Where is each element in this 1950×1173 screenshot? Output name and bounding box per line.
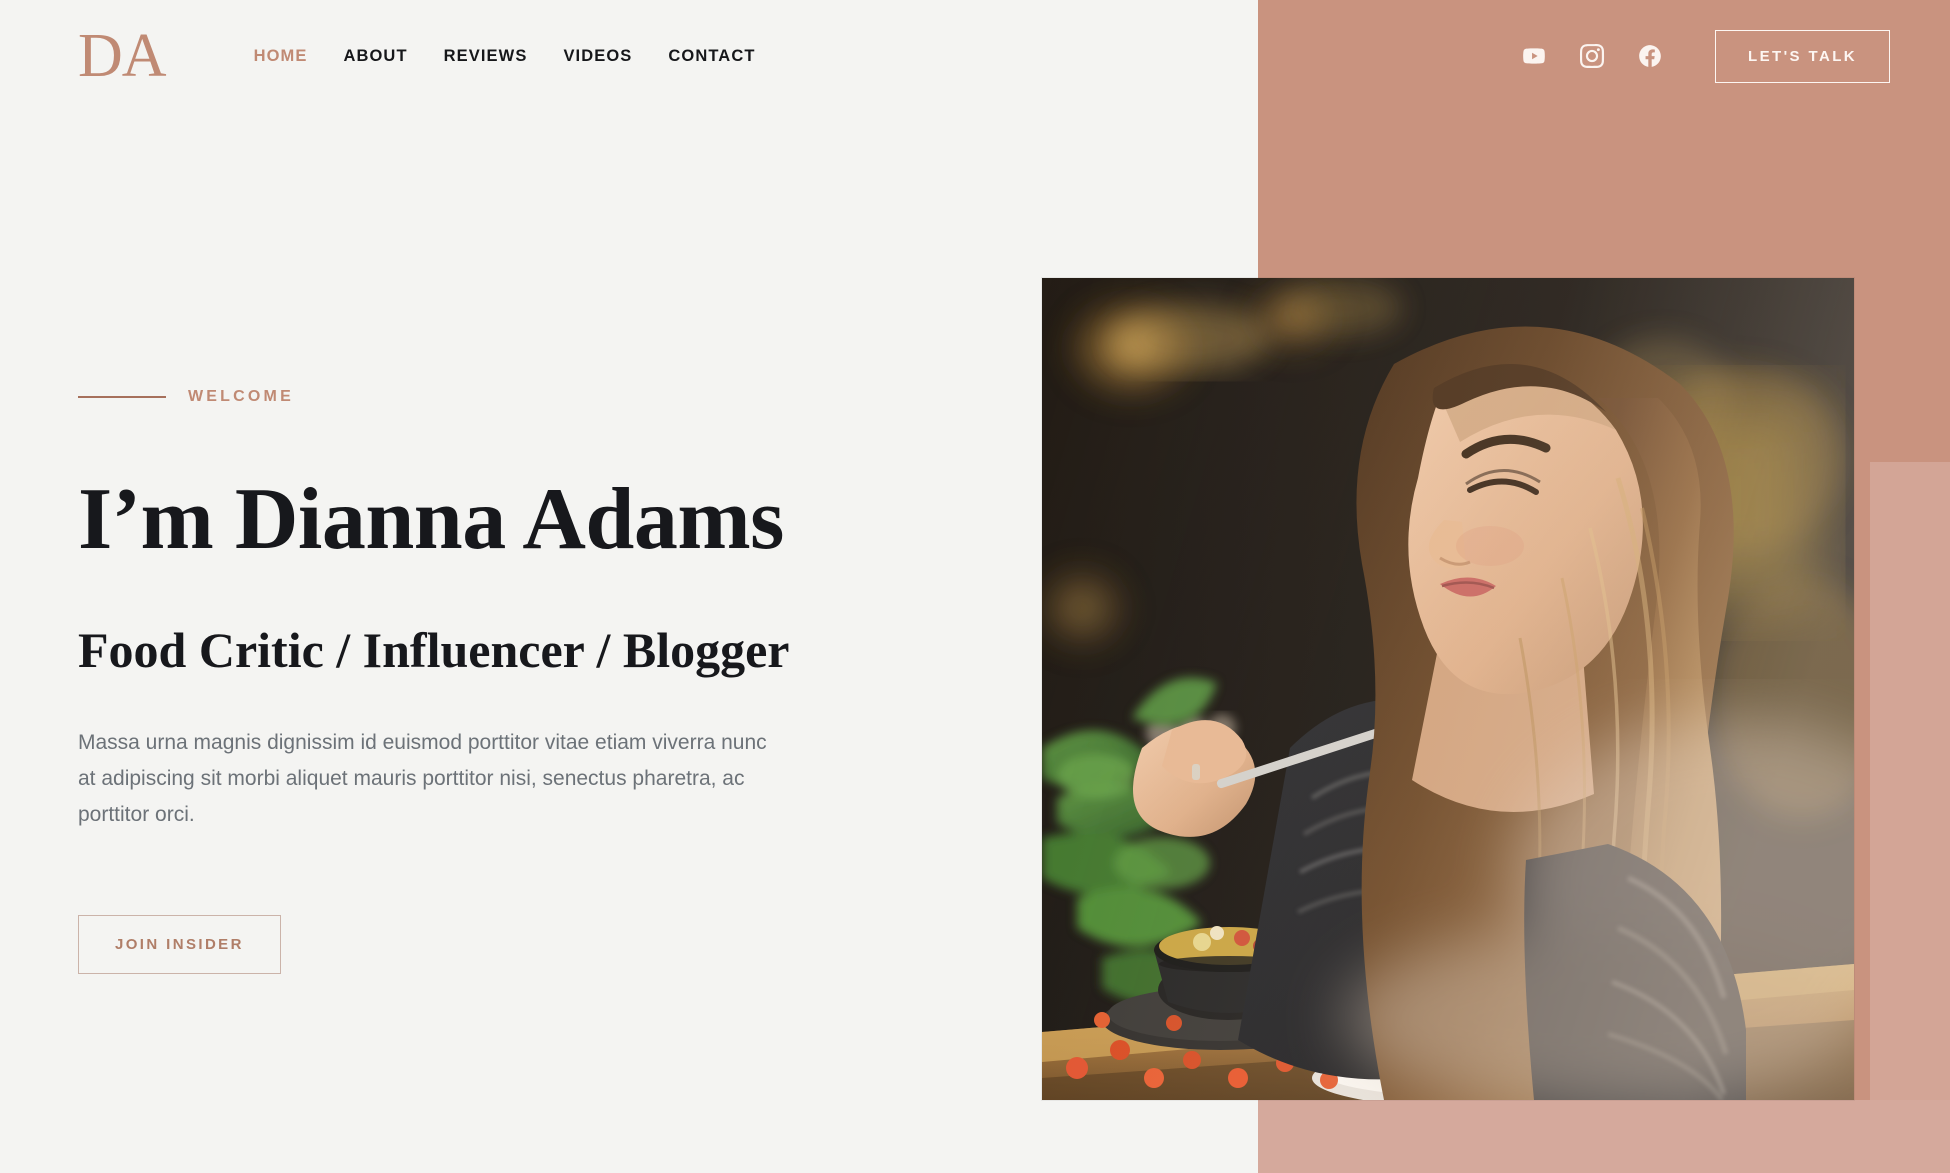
lets-talk-button[interactable]: LET'S TALK bbox=[1715, 29, 1890, 83]
main-navigation: HOME ABOUT REVIEWS VIDEOS CONTACT bbox=[254, 47, 756, 66]
eyebrow-label: WELCOME bbox=[188, 388, 294, 405]
instagram-icon[interactable] bbox=[1579, 43, 1605, 69]
eyebrow-rule bbox=[78, 396, 166, 398]
hero-paragraph: Massa urna magnis dignissim id euismod p… bbox=[78, 731, 767, 827]
nav-item-home[interactable]: HOME bbox=[254, 47, 308, 66]
background-block-terracotta-bottom bbox=[1258, 1100, 1950, 1173]
social-links bbox=[1521, 43, 1663, 69]
brand-logo[interactable]: DA bbox=[78, 25, 167, 87]
page-subtitle: Food Critic / Influencer / Blogger bbox=[78, 622, 790, 678]
background-block-terracotta-right bbox=[1870, 462, 1950, 1173]
join-insider-button[interactable]: JOIN INSIDER bbox=[78, 915, 281, 974]
site-header: DA HOME ABOUT REVIEWS VIDEOS CONTACT LET… bbox=[0, 0, 1950, 112]
nav-item-videos[interactable]: VIDEOS bbox=[563, 47, 632, 66]
nav-item-about[interactable]: ABOUT bbox=[343, 47, 407, 66]
page-title: I’m Dianna Adams bbox=[78, 471, 784, 568]
facebook-icon[interactable] bbox=[1637, 43, 1663, 69]
nav-item-reviews[interactable]: REVIEWS bbox=[444, 47, 528, 66]
youtube-icon[interactable] bbox=[1521, 43, 1547, 69]
nav-item-contact[interactable]: CONTACT bbox=[668, 47, 755, 66]
hero-photo bbox=[1042, 278, 1854, 1100]
hero-eyebrow: WELCOME bbox=[78, 388, 294, 406]
header-actions: LET'S TALK bbox=[1521, 0, 1950, 112]
